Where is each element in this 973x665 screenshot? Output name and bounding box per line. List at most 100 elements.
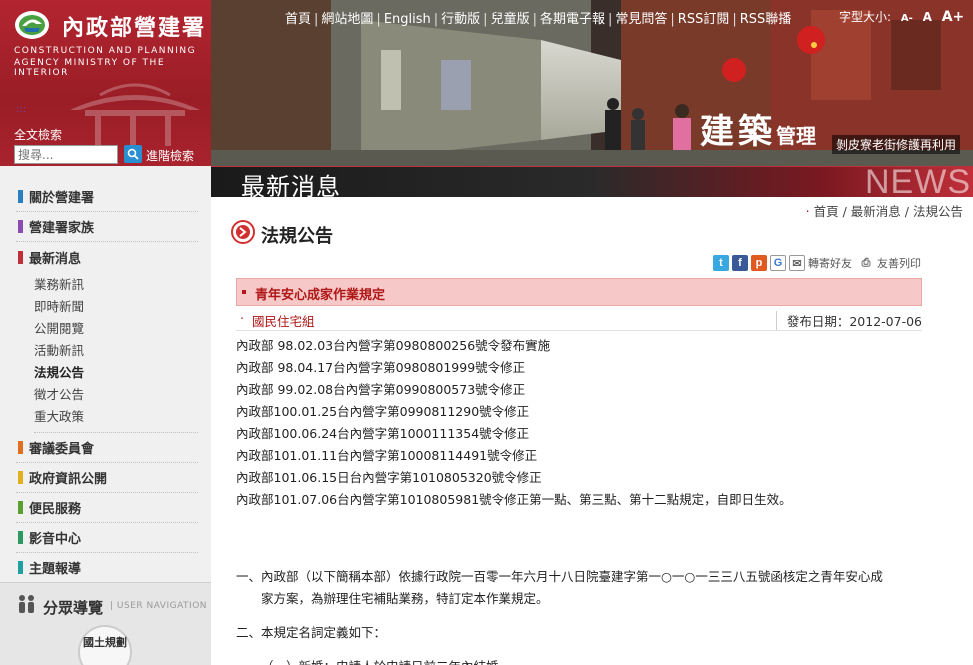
logo-area: 內政部營建署 CONSTRUCTION AND PLANNING AGENCY … [0,0,211,166]
history-line: 內政部101.06.15日台內營字第1010805320號令修正 [236,470,542,485]
sidebar-item-family[interactable]: 營建署家族 [16,212,198,242]
left-column: 內政部營建署 CONSTRUCTION AND PLANNING AGENCY … [0,0,211,665]
bullet-bar-icon [18,471,23,484]
sidebar-item-news[interactable]: 最新消息 [16,242,198,272]
sidebar-item-label: 最新消息 [29,251,82,267]
publish-date: 發布日期：2012-07-06 [775,311,922,330]
forward-link[interactable]: 轉寄好友 [808,255,852,271]
sidebar-item-info-disclosure[interactable]: 政府資訊公開 [16,463,198,493]
sidebar-item-topics[interactable]: 主題報導 [16,553,198,583]
print-link[interactable]: 友善列印 [877,255,921,271]
topnav-mobile[interactable]: 行動版 [441,12,480,27]
search-button[interactable] [124,145,142,163]
topnav-english[interactable]: English [384,12,431,27]
bullet-icon [242,290,246,294]
history-line: 內政部 99.02.08台內營字第0990800573號令修正 [236,382,526,397]
topnav-rss-subscribe[interactable]: RSS訂閱 [678,12,730,27]
bullet-bar-icon [18,501,23,514]
sidebar-item-committee[interactable]: 審議委員會 [16,433,198,463]
article-body: 一、內政部（以下簡稱本部）依據行政院一百零一年六月十八日院臺建字第一○一○一三三… [236,566,926,665]
history-line: 內政部101.01.11台內營字第10008114491號令修正 [236,448,538,463]
font-size-large-button[interactable]: A+ [942,9,965,25]
topnav-faq[interactable]: 常見問答 [615,12,667,27]
submenu-item-recruit[interactable]: 徵才公告 [34,384,198,406]
topnav-sitemap[interactable]: 網站地圖 [321,12,373,27]
top-navigation: 首頁 | 網站地圖 | English | 行動版 | 兒童版 | 各期電子報 | 常見問答 | RSS訂閱… [285,12,792,27]
history-line: 內政部 98.04.17台內營字第0980801999號令修正 [236,360,526,375]
amendment-history: 內政部 98.02.03台內營字第0980800256號令發布實施 內政部 98… [236,335,792,511]
topnav-rss-feed[interactable]: RSS聯播 [740,12,792,27]
article-title-bar: 青年安心成家作業規定 [236,278,922,306]
sidebar-item-label: 便民服務 [29,502,82,517]
font-size-control: 字型大小: A- A A+ [839,8,964,25]
topnav-kids[interactable]: 兒童版 [491,12,530,27]
forward-icon[interactable]: ✉ [789,255,805,271]
search-icon [127,148,139,160]
user-navigation: 分眾導覽 | USER NAVIGATION 國土規劃 [0,582,211,665]
history-line: 內政部100.06.24台內營字第1000111354號令修正 [236,426,530,441]
submenu-item-public[interactable]: 公開閱覽 [34,318,198,340]
bullet-bar-icon [18,250,23,264]
history-line: 內政部 98.02.03台內營字第0980800256號令發布實施 [236,338,551,353]
paragraph-1-line1: 一、內政部（以下簡稱本部）依據行政院一百零一年六月十八日院臺建字第一○一○一三三… [236,569,883,584]
paragraph-2: 二、本規定名詞定義如下： [236,625,387,640]
history-line: 內政部100.01.25台內營字第0990811290號令修正 [236,404,530,419]
news-submenu: 業務新訊 即時新聞 公開閱覽 活動新訊 法規公告 徵才公告 重大政策 [34,272,198,433]
sidebar-item-label: 關於營建署 [29,191,95,206]
banner-caption-main: 建築 [700,112,776,152]
topnav-newsletter[interactable]: 各期電子報 [540,12,605,27]
user-nav-en: | USER NAVIGATION [110,601,208,611]
breadcrumb: ‧ 首頁 / 最新消息 / 法規公告 [805,204,963,219]
sidebar-item-media[interactable]: 影音中心 [16,523,198,553]
submenu-item-policy[interactable]: 重大政策 [34,406,198,428]
sidebar-item-services[interactable]: 便民服務 [16,493,198,523]
guide-land-planning[interactable]: 國土規劃 [78,625,132,665]
agency-title[interactable]: 內政部營建署 [62,10,206,42]
article-title: 青年安心成家作業規定 [255,288,386,303]
sidebar-item-label: 營建署家族 [29,221,95,236]
paragraph-1-line2: 家方案，為辦理住宅補貼業務，特訂定本作業規定。 [261,591,549,606]
submenu-item-events[interactable]: 活動新訊 [34,340,198,362]
print-icon[interactable]: ⎙ [858,255,874,271]
bullet-bar-icon [18,441,23,454]
bullet-bar-icon [18,190,23,203]
breadcrumb-news[interactable]: 最新消息 [851,204,901,219]
paragraph-3: （一）新婚：申請人於申請日前二年內結婚。 [236,656,926,665]
sidebar-item-label: 審議委員會 [29,442,95,457]
plurk-icon[interactable]: p [751,255,767,271]
advanced-search-link[interactable]: 進階檢索 [146,147,194,164]
main-content: ‧ 首頁 / 最新消息 / 法規公告 法規公告 t f p G ✉ 轉寄好友 ⎙… [211,197,973,665]
font-size-normal-button[interactable]: A [923,10,932,24]
breadcrumb-home[interactable]: 首頁 [814,204,839,219]
submenu-item-instant[interactable]: 即時新聞 [34,296,198,318]
banner-caption-sub: 剝皮寮老街修護再利用 [832,135,961,154]
bullet-bar-icon [18,531,23,544]
sidebar-nav: 關於營建署 營建署家族 最新消息 業務新訊 即時新聞 公開閱覽 活動新訊 法規公… [0,182,211,583]
search-input[interactable] [14,145,118,164]
submenu-item-business[interactable]: 業務新訊 [34,274,198,296]
bullet-bar-icon [18,220,23,233]
article-meta: ‧ 國民住宅組 發布日期：2012-07-06 [236,309,922,331]
breadcrumb-current[interactable]: 法規公告 [913,204,963,219]
logo-icon[interactable] [14,10,50,40]
publishing-unit: 國民住宅組 [252,314,315,329]
font-size-small-button[interactable]: A- [901,13,913,24]
sidebar-item-label: 主題報導 [29,562,82,577]
people-icon [19,595,34,613]
twitter-icon[interactable]: t [713,255,729,271]
font-size-label: 字型大小: [839,10,892,24]
section-band: 最新消息 NEWS [211,163,973,201]
banner-caption-mid: 管理 [776,124,816,148]
facebook-icon[interactable]: f [732,255,748,271]
share-toolbar: t f p G ✉ 轉寄好友 ⎙ 友善列印 [710,255,921,271]
sidebar-item-label: 影音中心 [29,532,82,547]
google-icon[interactable]: G [770,255,786,271]
agency-en-line1: CONSTRUCTION AND PLANNING [14,46,197,56]
sidebar-item-about[interactable]: 關於營建署 [16,182,198,212]
banner-caption: 建築管理 [700,104,816,153]
topnav-home[interactable]: 首頁 [285,12,311,27]
sidebar-item-label: 政府資訊公開 [29,472,108,487]
arrow-circle-icon [231,220,255,244]
submenu-item-regulations[interactable]: 法規公告 [34,362,198,384]
history-line: 內政部101.07.06台內營字第1010805981號令修正第一點、第三點、第… [236,492,792,507]
